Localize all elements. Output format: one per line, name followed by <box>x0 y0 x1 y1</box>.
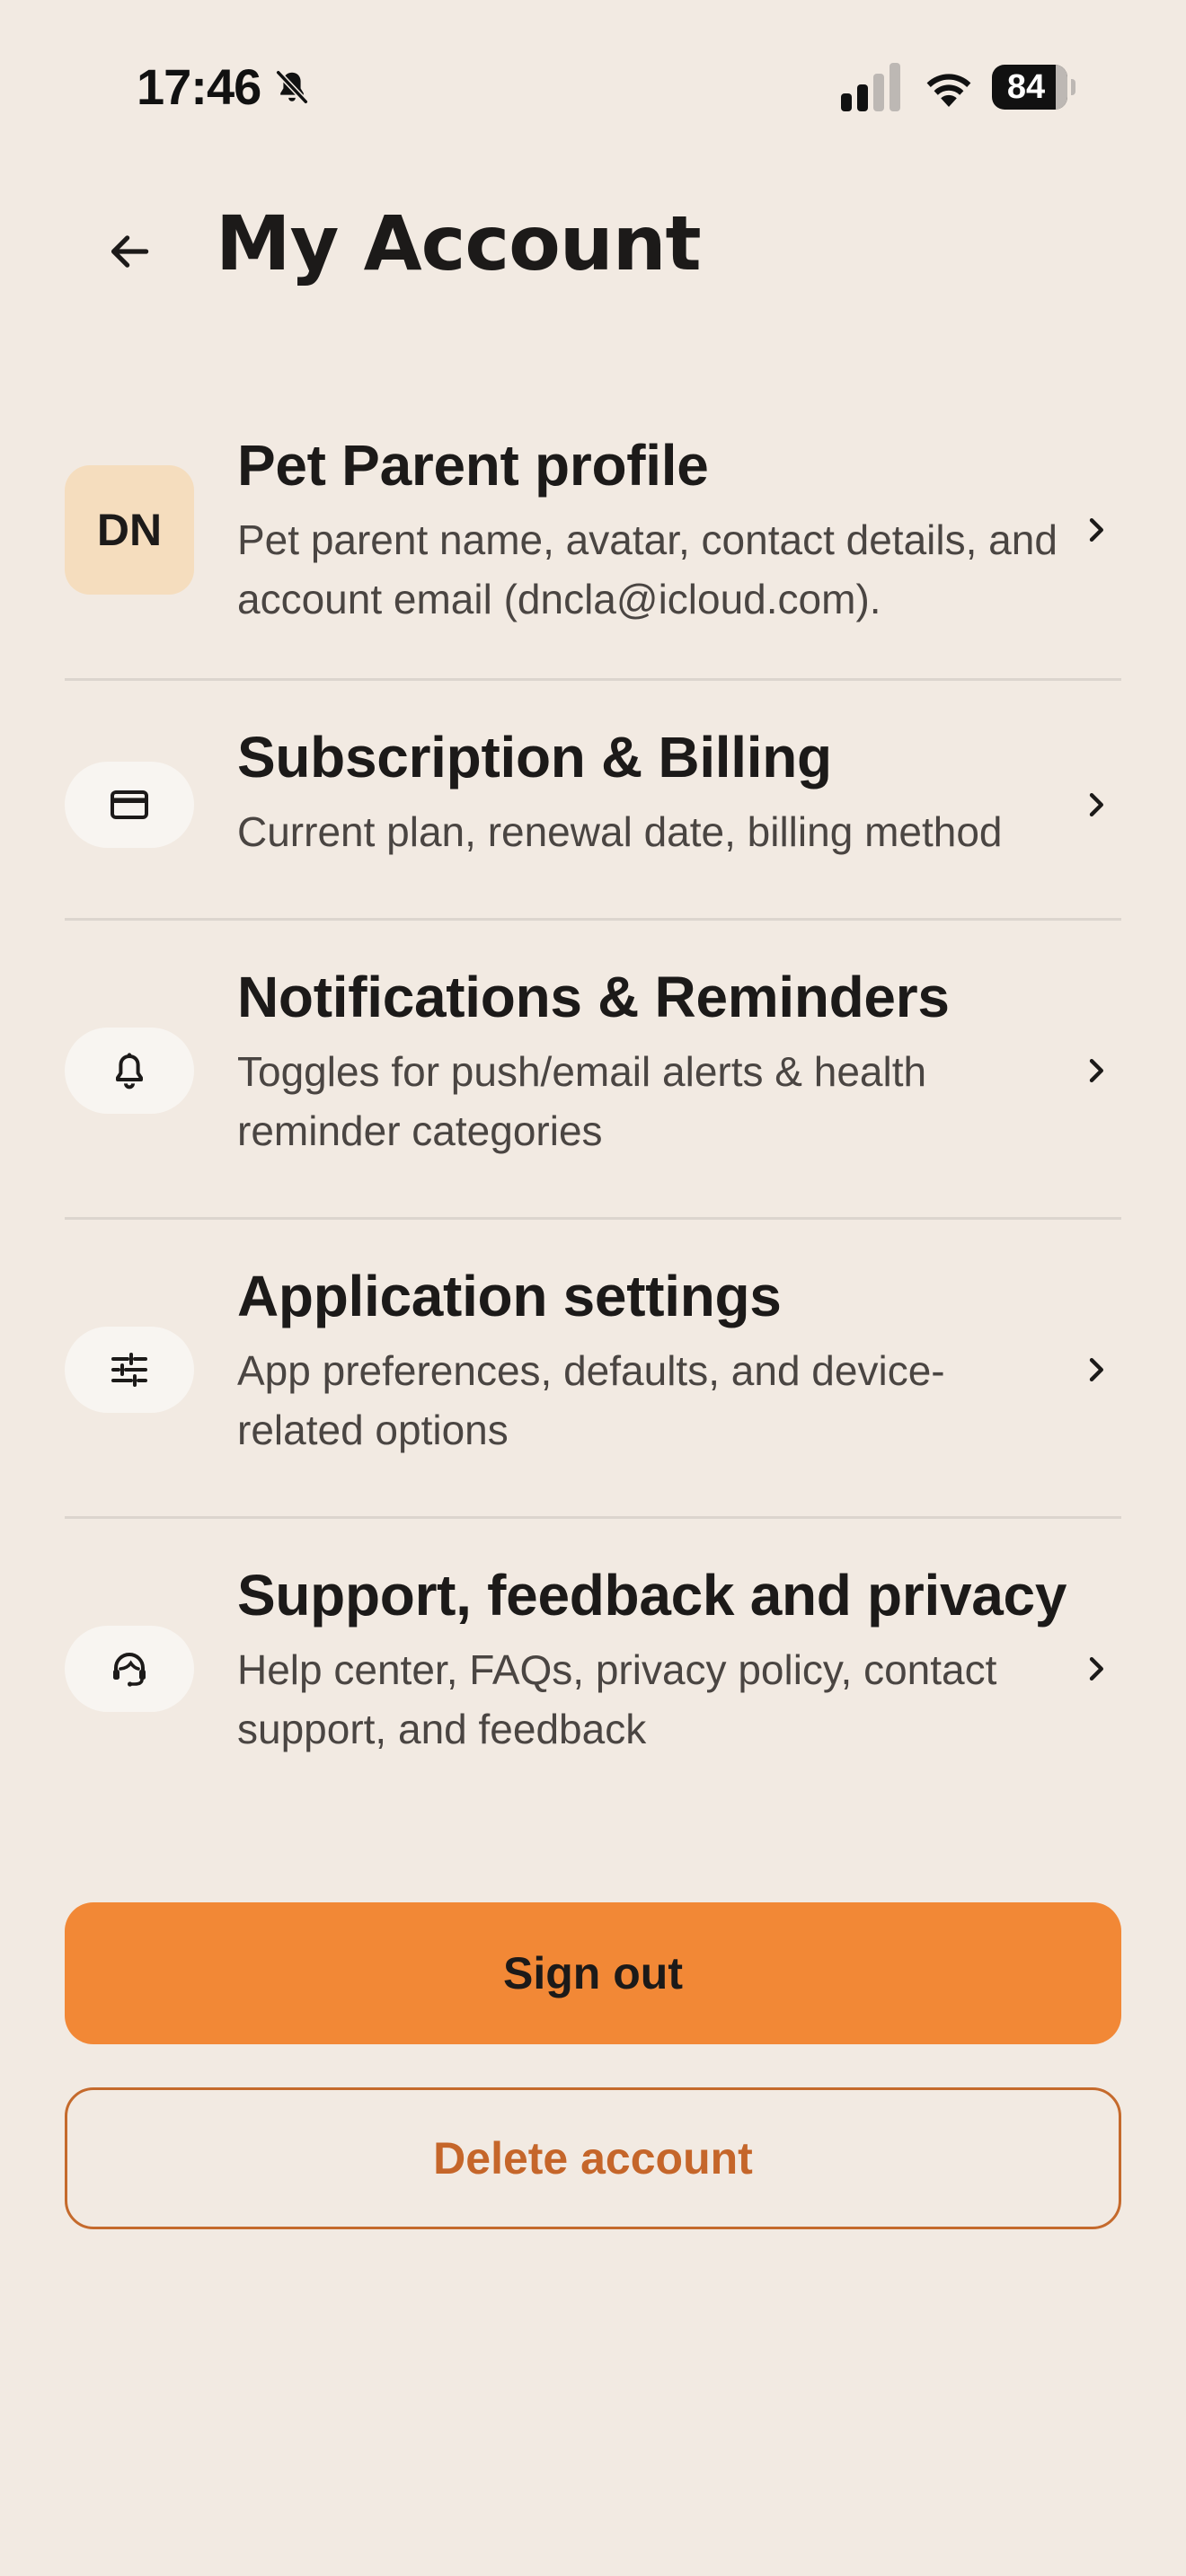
bell-muted-icon <box>276 70 308 104</box>
menu-item-description: Help center, FAQs, privacy policy, conta… <box>237 1646 997 1752</box>
credit-card-icon-pill <box>65 762 194 848</box>
menu-item-text: Pet Parent profile Pet parent name, avat… <box>237 431 1064 629</box>
arrow-left-icon <box>111 235 149 268</box>
menu-item-support-feedback-privacy[interactable]: Support, feedback and privacy Help cente… <box>65 1541 1121 1802</box>
signal-icon <box>841 63 900 111</box>
divider <box>65 1217 1121 1220</box>
divider <box>65 678 1121 681</box>
bell-icon-pill <box>65 1028 194 1114</box>
menu-item-notifications-reminders[interactable]: Notifications & Reminders Toggles for pu… <box>65 943 1121 1204</box>
delete-account-button[interactable]: Delete account <box>65 2087 1121 2229</box>
battery-level: 84 <box>1006 68 1046 106</box>
chevron-right-icon <box>1089 518 1103 542</box>
wifi-icon <box>926 74 971 107</box>
chevron-right-icon <box>1089 793 1103 816</box>
menu-item-title: Pet Parent profile <box>237 433 709 498</box>
sliders-icon-pill <box>65 1327 194 1413</box>
status-bar: 17:46 84 <box>0 54 1186 119</box>
menu-item-text: Notifications & Reminders Toggles for pu… <box>237 963 1064 1160</box>
status-time: 17:46 <box>137 58 261 115</box>
divider <box>65 1516 1121 1519</box>
chevron-right-icon <box>1089 1358 1103 1381</box>
avatar: DN <box>65 465 194 595</box>
sliders-icon <box>111 1353 147 1387</box>
credit-card-icon <box>111 790 148 819</box>
chevron-right-icon <box>1089 1059 1103 1082</box>
menu-item-title: Subscription & Billing <box>237 725 832 790</box>
menu-item-description: Toggles for push/email alerts & health r… <box>237 1048 927 1154</box>
back-button[interactable] <box>93 216 165 287</box>
menu-item-description: Current plan, renewal date, billing meth… <box>237 808 1003 855</box>
menu-item-pet-parent-profile[interactable]: DN Pet Parent profile Pet parent name, a… <box>65 422 1121 665</box>
menu-item-description: Pet parent name, avatar, contact details… <box>237 516 1058 622</box>
divider <box>65 918 1121 921</box>
battery-icon: 84 <box>992 65 1075 110</box>
chevron-right-icon <box>1089 1657 1103 1681</box>
menu-item-subscription-billing[interactable]: Subscription & Billing Current plan, ren… <box>65 710 1121 907</box>
menu-item-text: Subscription & Billing Current plan, ren… <box>237 723 1064 861</box>
sign-out-button[interactable]: Sign out <box>65 1902 1121 2044</box>
page-title: My Account <box>216 199 702 287</box>
support-agent-icon-pill <box>65 1626 194 1712</box>
menu-item-text: Support, feedback and privacy Help cente… <box>237 1561 1067 1759</box>
support-agent-icon <box>113 1653 146 1687</box>
menu-item-title: Support, feedback and privacy <box>237 1563 1067 1628</box>
menu-item-application-settings[interactable]: Application settings App preferences, de… <box>65 1242 1121 1503</box>
menu-item-title: Notifications & Reminders <box>237 965 950 1029</box>
bell-icon <box>116 1053 143 1090</box>
menu-item-title: Application settings <box>237 1264 782 1328</box>
menu-item-text: Application settings App preferences, de… <box>237 1262 1064 1460</box>
menu-item-description: App preferences, defaults, and device-re… <box>237 1347 945 1453</box>
